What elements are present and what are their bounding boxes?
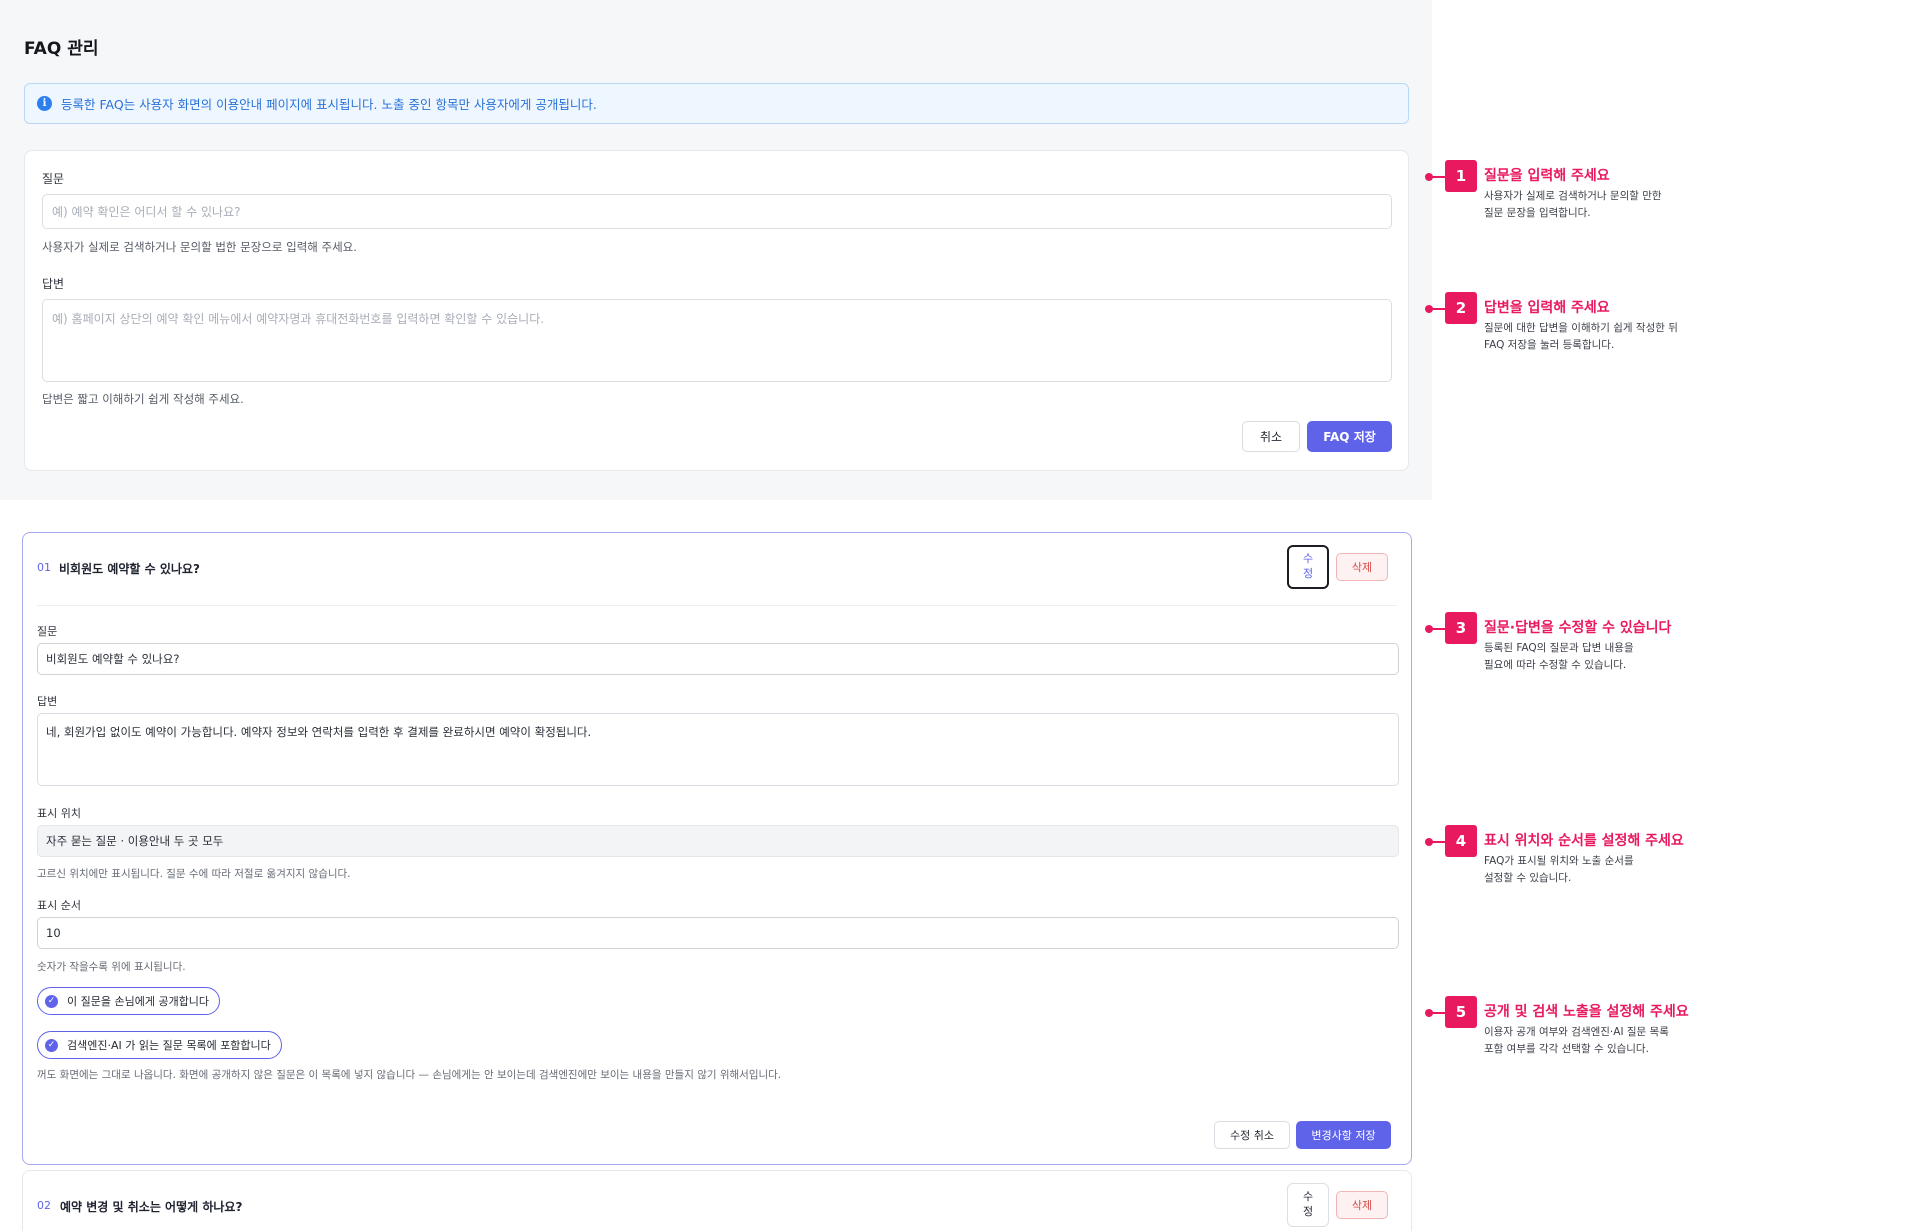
edit-question-label: 질문 [37,625,58,638]
position-label: 표시 위치 [37,807,81,820]
question-placeholder: 예) 예약 확인은 어디서 할 수 있나요? [52,205,241,219]
annotation-description: 질문에 대한 답변을 이해하기 쉽게 작성한 뒤 FAQ 저장을 눌러 등록합니다… [1484,322,1678,351]
info-banner-text: 등록한 FAQ는 사용자 화면의 이용안내 페이지에 표시됩니다. 노출 중인 … [61,97,597,112]
edit-answer-label: 답변 [37,695,58,708]
delete-button[interactable]: 삭제 [1336,553,1388,581]
annotation-description: 사용자가 실제로 검색하거나 문의할 만한 질문 문장을 입력합니다. [1484,190,1662,219]
page-title: FAQ 관리 [24,39,99,59]
answer-placeholder: 예) 홈페이지 상단의 예약 확인 메뉴에서 예약자명과 휴대전화번호를 입력하… [52,312,545,326]
question-input[interactable]: 예) 예약 확인은 어디서 할 수 있나요? [42,194,1392,229]
edit-button[interactable]: 수정 [1287,545,1329,589]
annotation-description: 등록된 FAQ의 질문과 답변 내용을 필요에 따라 수정할 수 있습니다. [1484,642,1634,671]
edit-button-label-2: 정 [1302,1205,1314,1218]
info-icon: i [37,96,52,111]
faq-item-number: 02 [37,1199,51,1212]
edit-answer-value: 네, 회원가입 없이도 예약이 가능합니다. 예약자 정보와 연락처를 입력한 … [46,725,592,739]
question-label: 질문 [42,172,65,186]
public-checkbox-label: 이 질문을 손님에게 공개합니다 [67,995,210,1008]
annotation-badge: 1 [1445,160,1477,192]
position-hint: 고르신 위치에만 표시됩니다. 질문 수에 따라 저절로 옮겨지지 않습니다. [37,868,351,880]
edit-button[interactable]: 수정 [1287,1183,1329,1227]
annotation-title: 질문을 입력해 주세요 [1484,168,1610,184]
annotation-badge: 4 [1445,825,1477,857]
annotation-title: 공개 및 검색 노출을 설정해 주세요 [1484,1004,1689,1020]
public-checkbox[interactable]: ✓ 이 질문을 손님에게 공개합니다 [37,987,221,1015]
annotation-badge: 5 [1445,996,1477,1028]
question-hint: 사용자가 실제로 검색하거나 문의할 법한 문장으로 입력해 주세요. [42,240,357,254]
delete-button[interactable]: 삭제 [1336,1191,1388,1219]
save-changes-button[interactable]: 변경사항 저장 [1296,1121,1391,1149]
edit-question-input[interactable]: 비회원도 예약할 수 있나요? [37,643,1399,675]
order-hint: 숫자가 작을수록 위에 표시됩니다. [37,961,186,973]
faq-item-title: 비회원도 예약할 수 있나요? [59,562,200,576]
faq-item-title: 예약 변경 및 취소는 어떻게 하나요? [60,1200,243,1214]
order-label: 표시 순서 [37,899,81,912]
faq-item-number: 01 [37,561,51,574]
annotation-description: 이용자 공개 여부와 검색엔진·AI 질문 목록 포함 여부를 각각 선택할 수 … [1484,1026,1669,1055]
answer-textarea[interactable]: 예) 홈페이지 상단의 예약 확인 메뉴에서 예약자명과 휴대전화번호를 입력하… [42,299,1392,382]
check-icon: ✓ [45,1038,58,1052]
faq-save-button[interactable]: FAQ 저장 [1307,421,1392,452]
annotation-badge: 2 [1445,292,1477,324]
search-index-checkbox[interactable]: ✓ 검색엔진·AI 가 읽는 질문 목록에 포함합니다 [37,1031,282,1059]
faq-item-edit-card: 01 비회원도 예약할 수 있나요? 수정 삭제 질문 비회원도 예약할 수 있… [22,532,1412,1165]
edit-button-label-1: 수 [1302,552,1314,566]
search-index-hint: 꺼도 화면에는 그대로 나옵니다. 화면에 공개하지 않은 질문은 이 목록에 … [37,1069,782,1081]
faq-item-card[interactable]: 02 예약 변경 및 취소는 어떻게 하나요? 수정 삭제 [22,1170,1412,1231]
cancel-button[interactable]: 취소 [1242,421,1300,452]
annotation-title: 표시 위치와 순서를 설정해 주세요 [1484,833,1684,849]
annotation-title: 답변을 입력해 주세요 [1484,300,1610,316]
order-input[interactable]: 10 [37,917,1399,949]
cancel-edit-button[interactable]: 수정 취소 [1214,1121,1290,1149]
edit-button-label-1: 수 [1302,1190,1314,1204]
annotation-title: 질문·답변을 수정할 수 있습니다 [1484,620,1672,636]
answer-hint: 답변은 짧고 이해하기 쉽게 작성해 주세요. [42,392,244,406]
edit-button-label-2: 정 [1302,567,1314,580]
search-index-checkbox-label: 검색엔진·AI 가 읽는 질문 목록에 포함합니다 [67,1039,271,1052]
faq-create-form: 질문 예) 예약 확인은 어디서 할 수 있나요? 사용자가 실제로 검색하거나… [24,150,1409,471]
check-icon: ✓ [45,994,58,1008]
answer-label: 답변 [42,277,65,291]
annotation-description: FAQ가 표시될 위치와 노출 순서를 설정할 수 있습니다. [1484,855,1634,884]
annotation-badge: 3 [1445,612,1477,644]
edit-answer-textarea[interactable]: 네, 회원가입 없이도 예약이 가능합니다. 예약자 정보와 연락처를 입력한 … [37,713,1399,786]
info-banner: i 등록한 FAQ는 사용자 화면의 이용안내 페이지에 표시됩니다. 노출 중… [24,83,1409,124]
item-header-divider [37,605,1397,606]
position-select[interactable]: 자주 묻는 질문 · 이용안내 두 곳 모두 [37,825,1399,857]
